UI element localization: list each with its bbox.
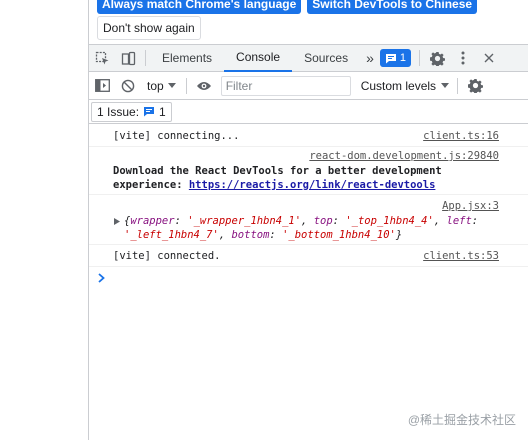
object-preview-line[interactable]: {wrapper: '_wrapper_1hbn4_1', top: '_top… bbox=[124, 215, 478, 227]
log-levels-dropdown[interactable]: Custom levels bbox=[360, 78, 450, 93]
main-tab-bar: Elements Console Sources » 1 bbox=[89, 44, 528, 72]
object-value: '_bottom_1hbn4_10' bbox=[282, 229, 396, 241]
filter-input[interactable]: Filter bbox=[220, 75, 351, 96]
console-settings-gear-icon[interactable] bbox=[462, 73, 488, 99]
gear-icon[interactable] bbox=[424, 45, 450, 71]
devtools-panel: Always match Chrome's language Switch De… bbox=[89, 0, 528, 440]
object-preview-line[interactable]: '_left_1hbn4_7', bottom: '_bottom_1hbn4_… bbox=[124, 229, 402, 241]
levels-label: Custom levels bbox=[360, 78, 437, 93]
console-toolbar: top Filter Custom levels bbox=[89, 72, 528, 100]
issues-link[interactable]: 1 Issue: 1 bbox=[91, 101, 172, 122]
object-key: top bbox=[313, 215, 333, 227]
react-devtools-link[interactable]: https://reactjs.org/link/react-devtools bbox=[189, 179, 436, 191]
more-tabs-button[interactable]: » bbox=[360, 45, 380, 72]
console-message: [vite] connecting... client.ts:16 bbox=[89, 125, 528, 147]
device-toolbar-icon[interactable] bbox=[115, 45, 141, 71]
tab-console[interactable]: Console bbox=[224, 45, 293, 72]
live-expression-eye-icon[interactable] bbox=[191, 73, 217, 99]
close-devtools-icon[interactable] bbox=[476, 45, 502, 71]
console-message: App.jsx:3 {wrapper: '_wrapper_1hbn4_1', … bbox=[89, 195, 528, 245]
console-prompt[interactable] bbox=[89, 267, 528, 289]
dont-show-again-button[interactable]: Don't show again bbox=[97, 16, 201, 40]
message-icon bbox=[144, 107, 155, 117]
message-icon bbox=[385, 53, 396, 63]
message-text: [vite] connected. bbox=[113, 250, 221, 262]
issues-badge-count: 1 bbox=[399, 52, 407, 64]
dropdown-arrow-icon bbox=[441, 82, 450, 88]
toolbar-divider bbox=[145, 50, 146, 66]
console-message: react-dom.development.js:29840 Download … bbox=[89, 147, 528, 195]
toolbar-divider bbox=[419, 50, 421, 66]
context-selector[interactable]: top bbox=[141, 79, 182, 93]
language-notice-row-2: Don't show again bbox=[97, 16, 201, 40]
watermark: @稀土掘金技术社区 bbox=[407, 413, 516, 427]
message-line: experience: https://reactjs.org/link/rea… bbox=[113, 179, 435, 191]
dropdown-arrow-icon bbox=[167, 82, 176, 88]
message-source-link[interactable]: client.ts:16 bbox=[423, 130, 499, 142]
match-language-button[interactable]: Always match Chrome's language bbox=[97, 0, 302, 14]
issues-count: 1 bbox=[159, 104, 166, 119]
object-key: left bbox=[446, 215, 472, 227]
object-value: '_top_1hbn4_4' bbox=[345, 215, 434, 227]
console-message: [vite] connected. client.ts:53 bbox=[89, 245, 528, 267]
context-label: top bbox=[147, 78, 164, 93]
message-text: [vite] connecting... bbox=[113, 130, 240, 142]
issues-label: 1 Issue: bbox=[97, 104, 140, 119]
object-key: bottom bbox=[231, 229, 270, 241]
clear-console-icon[interactable] bbox=[115, 73, 141, 99]
object-value: '_wrapper_1hbn4_1' bbox=[187, 215, 302, 227]
message-text: experience: bbox=[113, 179, 189, 191]
message-source-link[interactable]: react-dom.development.js:29840 bbox=[309, 150, 499, 162]
page-content-area bbox=[0, 0, 89, 440]
message-source-link[interactable]: client.ts:53 bbox=[423, 250, 499, 262]
language-notice: Always match Chrome's language Switch De… bbox=[97, 0, 478, 14]
more-vert-icon[interactable] bbox=[450, 45, 476, 71]
object-value: '_left_1hbn4_7' bbox=[124, 229, 219, 241]
tab-elements[interactable]: Elements bbox=[150, 45, 224, 72]
message-line: Download the React DevTools for a better… bbox=[113, 165, 442, 177]
issues-bar: 1 Issue: 1 bbox=[89, 100, 528, 124]
message-source-link[interactable]: App.jsx:3 bbox=[442, 200, 499, 212]
prompt-chevron-icon bbox=[98, 273, 105, 283]
inspect-element-icon[interactable] bbox=[89, 45, 115, 71]
console-messages: [vite] connecting... client.ts:16 react-… bbox=[89, 125, 528, 289]
toolbar-divider bbox=[185, 77, 187, 94]
tab-sources[interactable]: Sources bbox=[292, 45, 360, 72]
expand-triangle-icon[interactable] bbox=[114, 218, 120, 225]
switch-language-button[interactable]: Switch DevTools to Chinese bbox=[307, 0, 478, 14]
object-key: wrapper bbox=[130, 215, 175, 227]
toolbar-divider bbox=[457, 77, 459, 94]
sidebar-toggle-icon[interactable] bbox=[89, 73, 115, 99]
issues-badge[interactable]: 1 bbox=[379, 49, 412, 67]
